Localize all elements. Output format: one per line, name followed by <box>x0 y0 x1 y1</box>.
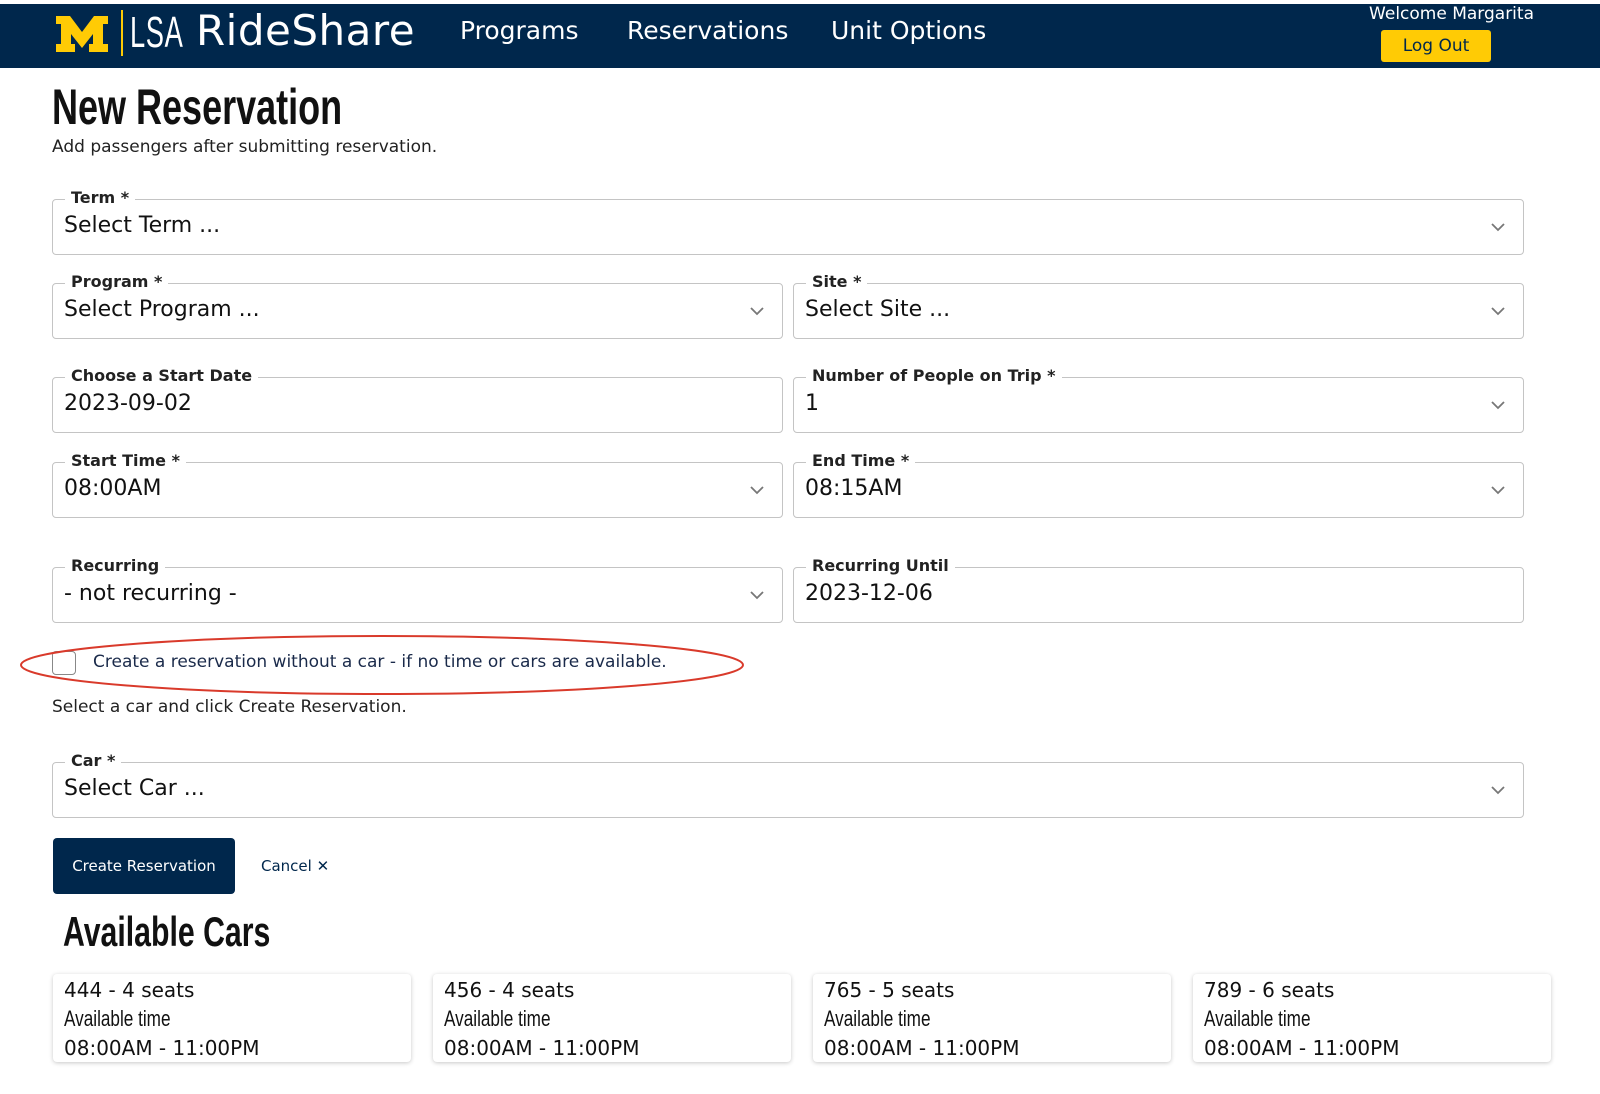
chevron-down-icon <box>750 591 764 600</box>
no-car-checkbox-label[interactable]: Create a reservation without a car - if … <box>93 652 667 672</box>
nav-programs[interactable]: Programs <box>460 16 579 45</box>
car-name: 456 - 4 seats <box>444 978 575 1002</box>
recurring-value: - not recurring - <box>64 581 237 606</box>
car-card-444[interactable]: 444 - 4 seats Available time 08:00AM - 1… <box>53 974 411 1062</box>
chevron-down-icon <box>1491 223 1505 232</box>
cancel-link[interactable]: Cancel ✕ <box>261 857 329 875</box>
brand-rideshare[interactable]: RideShare <box>196 6 415 55</box>
start-date-value: 2023-09-02 <box>64 391 192 416</box>
car-card-789[interactable]: 789 - 6 seats Available time 08:00AM - 1… <box>1193 974 1551 1062</box>
term-select[interactable]: Term * Select Term ... <box>52 188 1524 255</box>
recurring-until-value: 2023-12-06 <box>805 581 933 606</box>
chevron-down-icon <box>1491 307 1505 316</box>
program-label: Program * <box>65 272 169 291</box>
chevron-down-icon <box>1491 486 1505 495</box>
car-select[interactable]: Car * Select Car ... <box>52 751 1524 818</box>
car-hint-text: Select a car and click Create Reservatio… <box>52 697 407 717</box>
car-name: 765 - 5 seats <box>824 978 955 1002</box>
start-date-input[interactable]: Choose a Start Date 2023-09-02 <box>52 366 783 433</box>
page-subtitle: Add passengers after submitting reservat… <box>52 137 438 157</box>
end-time-value: 08:15AM <box>805 476 903 501</box>
michigan-block-m-logo[interactable] <box>54 14 110 54</box>
term-label: Term * <box>65 188 136 207</box>
welcome-message: Welcome Margarita <box>1369 4 1534 24</box>
nav-unit-options[interactable]: Unit Options <box>831 16 986 45</box>
nav-reservations[interactable]: Reservations <box>627 16 788 45</box>
program-select[interactable]: Program * Select Program ... <box>52 272 783 339</box>
car-available-label: Available time <box>64 1006 171 1031</box>
create-reservation-button[interactable]: Create Reservation <box>53 838 235 894</box>
start-date-label: Choose a Start Date <box>65 366 259 385</box>
start-time-select[interactable]: Start Time * 08:00AM <box>52 451 783 518</box>
end-time-label: End Time * <box>806 451 916 470</box>
car-value: Select Car ... <box>64 776 205 801</box>
end-time-select[interactable]: End Time * 08:15AM <box>793 451 1524 518</box>
chevron-down-icon <box>1491 786 1505 795</box>
top-navigation-bar: LSA RideShare Programs Reservations Unit… <box>0 0 1600 68</box>
no-car-checkbox[interactable] <box>52 651 76 675</box>
brand-lsa: LSA <box>130 8 184 57</box>
car-available-time: 08:00AM - 11:00PM <box>1204 1036 1400 1060</box>
car-card-456[interactable]: 456 - 4 seats Available time 08:00AM - 1… <box>433 974 791 1062</box>
program-value: Select Program ... <box>64 297 260 322</box>
site-label: Site * <box>806 272 868 291</box>
recurring-until-input[interactable]: Recurring Until 2023-12-06 <box>793 556 1524 623</box>
number-of-people-select[interactable]: Number of People on Trip * 1 <box>793 366 1524 433</box>
recurring-until-label: Recurring Until <box>806 556 955 575</box>
start-time-value: 08:00AM <box>64 476 162 501</box>
number-of-people-label: Number of People on Trip * <box>806 366 1062 385</box>
car-available-time: 08:00AM - 11:00PM <box>824 1036 1020 1060</box>
chevron-down-icon <box>750 486 764 495</box>
car-available-time: 08:00AM - 11:00PM <box>64 1036 260 1060</box>
recurring-select[interactable]: Recurring - not recurring - <box>52 556 783 623</box>
chevron-down-icon <box>750 307 764 316</box>
number-of-people-value: 1 <box>805 391 819 416</box>
start-time-label: Start Time * <box>65 451 186 470</box>
car-label: Car * <box>65 751 122 770</box>
term-value: Select Term ... <box>64 213 221 238</box>
car-name: 444 - 4 seats <box>64 978 195 1002</box>
site-value: Select Site ... <box>805 297 951 322</box>
chevron-down-icon <box>1491 401 1505 410</box>
car-card-765[interactable]: 765 - 5 seats Available time 08:00AM - 1… <box>813 974 1171 1062</box>
page-title: New Reservation <box>52 79 343 135</box>
logo-divider <box>121 10 123 56</box>
logout-button[interactable]: Log Out <box>1381 30 1491 62</box>
car-name: 789 - 6 seats <box>1204 978 1335 1002</box>
car-available-label: Available time <box>824 1006 931 1031</box>
car-available-time: 08:00AM - 11:00PM <box>444 1036 640 1060</box>
car-available-label: Available time <box>1204 1006 1311 1031</box>
recurring-label: Recurring <box>65 556 166 575</box>
site-select[interactable]: Site * Select Site ... <box>793 272 1524 339</box>
available-cars-title: Available Cars <box>63 908 271 955</box>
car-available-label: Available time <box>444 1006 551 1031</box>
